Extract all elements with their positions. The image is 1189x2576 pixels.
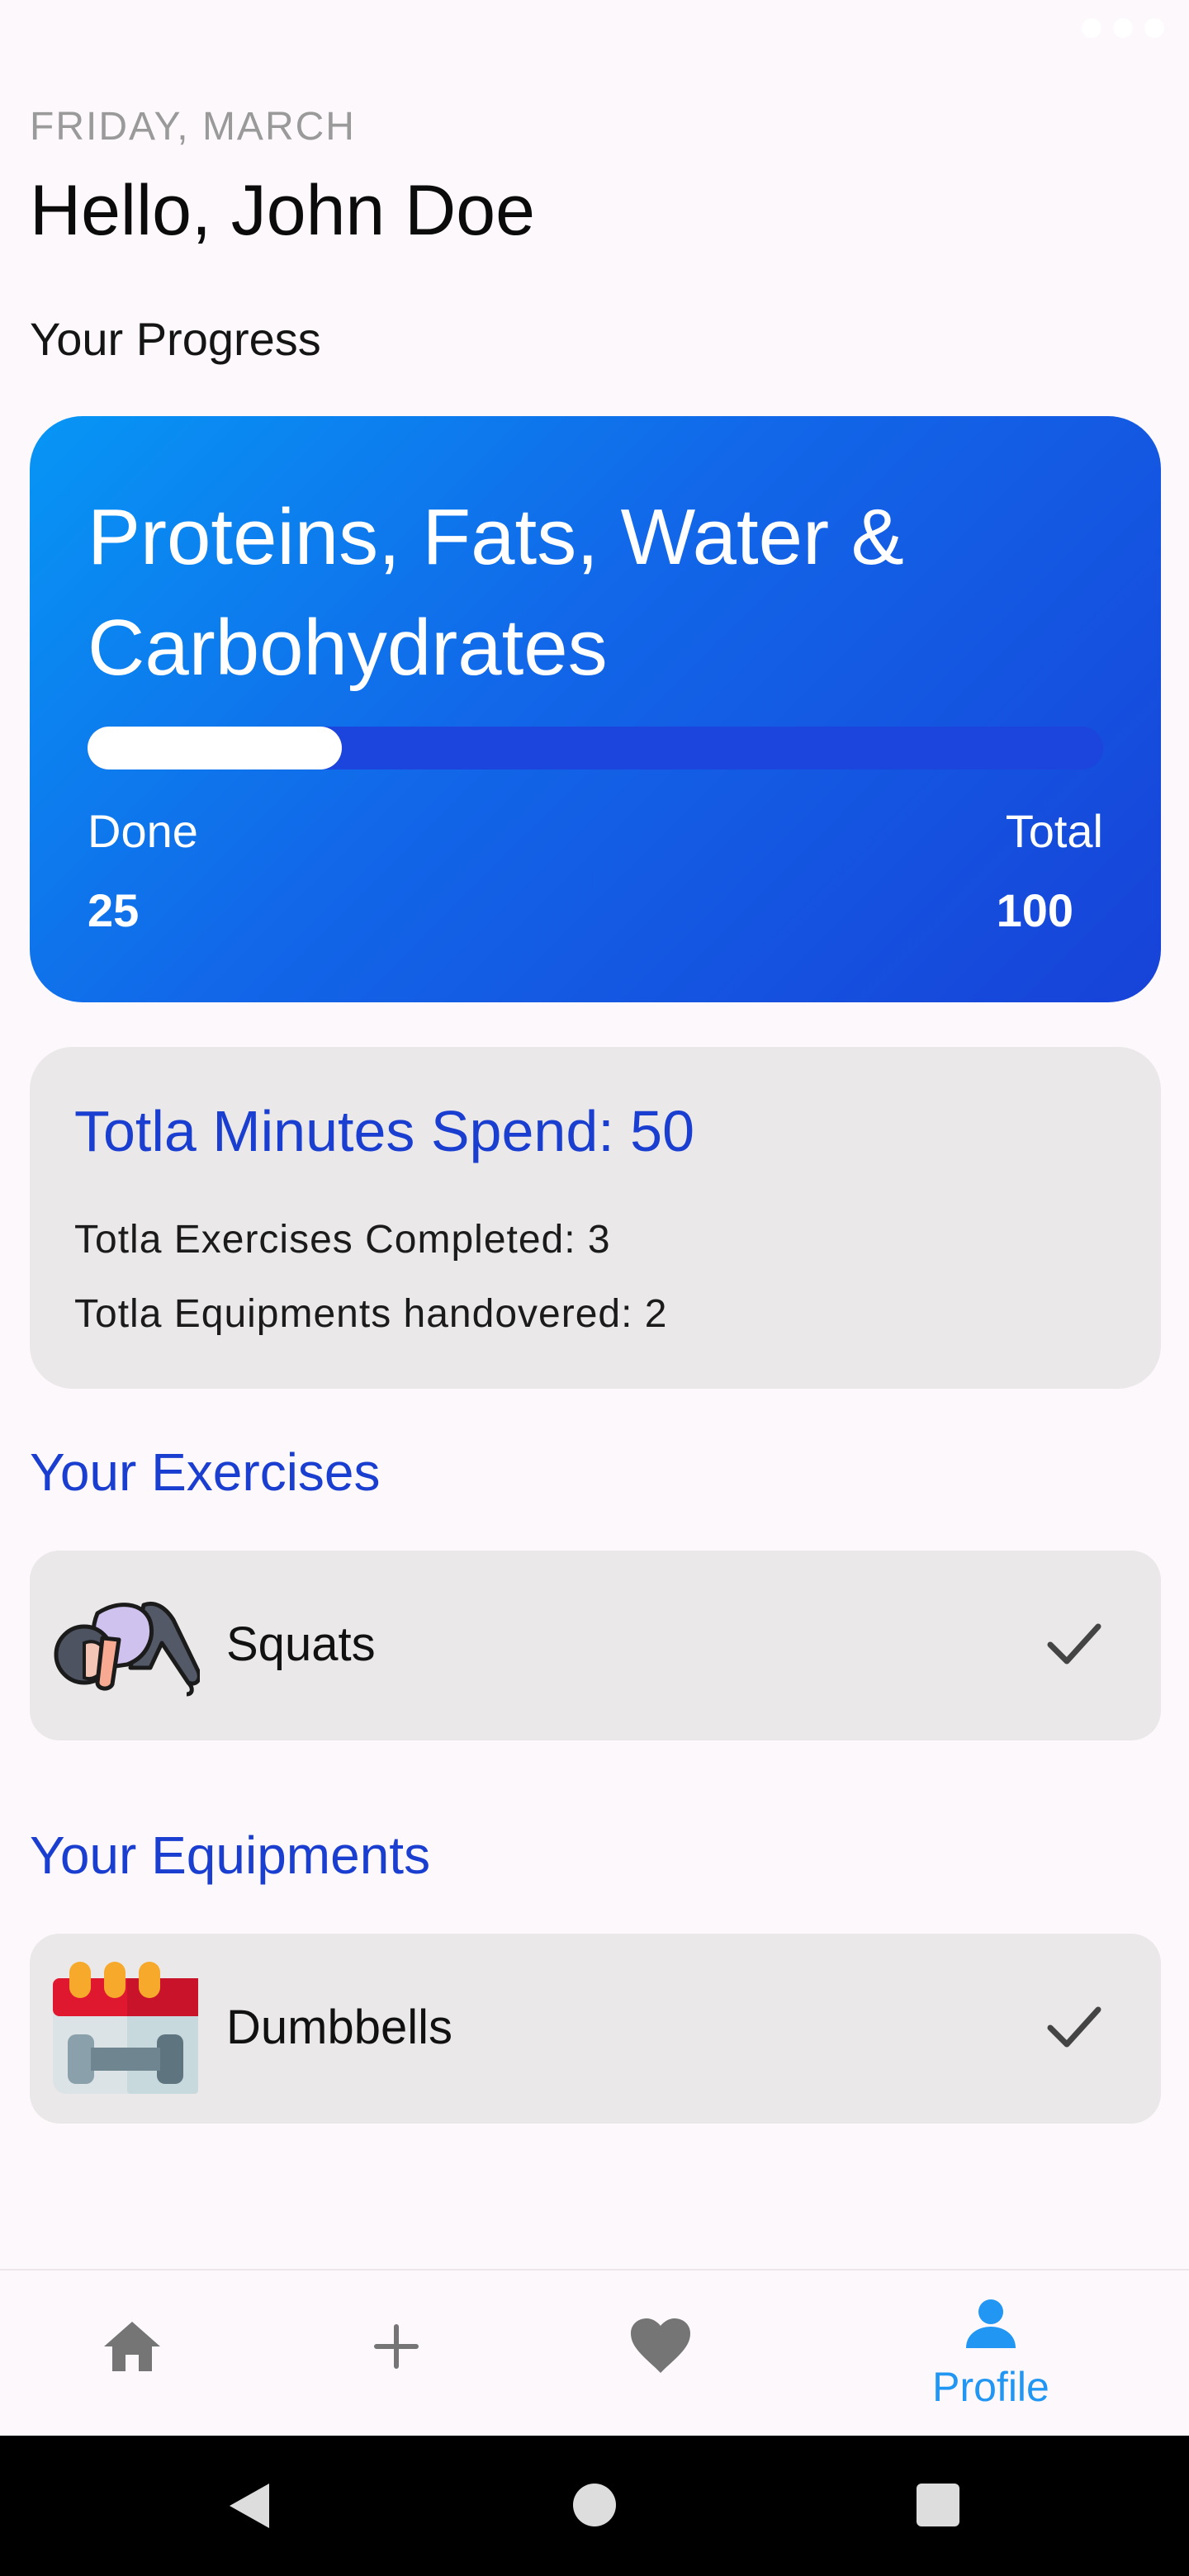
- exercises-heading: Your Exercises: [30, 1442, 381, 1502]
- system-navigation-bar: [0, 2436, 1189, 2576]
- exercise-item-squats[interactable]: Squats: [30, 1551, 1161, 1740]
- plus-icon: [374, 2324, 419, 2369]
- back-icon[interactable]: [226, 2482, 271, 2530]
- signal-icon: [1113, 18, 1133, 38]
- check-icon[interactable]: [1045, 2001, 1103, 2051]
- bottom-navigation: Profile: [0, 2269, 1189, 2436]
- recents-icon[interactable]: [915, 2482, 961, 2528]
- equipments-heading: Your Equipments: [30, 1825, 431, 1885]
- calendar-dumbbell-icon: [53, 1962, 198, 2094]
- home-icon: [104, 2322, 160, 2371]
- stretching-person-icon: [54, 1601, 200, 1697]
- nav-profile[interactable]: Profile: [892, 2271, 1090, 2437]
- exercises-completed: Totla Exercises Completed: 3: [74, 1218, 611, 1262]
- nav-favorites[interactable]: [561, 2271, 760, 2437]
- status-icons: [1082, 18, 1164, 38]
- nav-profile-label: Profile: [932, 2364, 1049, 2410]
- progress-bar-fill: [88, 727, 342, 769]
- check-icon[interactable]: [1045, 1618, 1103, 1668]
- progress-section-title: Your Progress: [30, 313, 321, 365]
- person-icon: [966, 2299, 1016, 2348]
- equipments-handed-over: Totla Equipments handovered: 2: [74, 1292, 668, 1336]
- greeting-title: Hello, John Doe: [30, 171, 535, 250]
- exercise-label: Squats: [226, 1617, 376, 1671]
- done-value: 25: [88, 884, 140, 936]
- equipment-item-dumbbells[interactable]: Dumbbells: [30, 1934, 1161, 2124]
- stats-card: Totla Minutes Spend: 50 Totla Exercises …: [30, 1047, 1161, 1389]
- progress-bar: [88, 727, 1103, 769]
- date-label: FRIDAY, MARCH: [30, 105, 356, 149]
- progress-card-title: Proteins, Fats, Water & Carbohydrates: [88, 493, 904, 692]
- status-bar: [0, 0, 1189, 66]
- wifi-icon: [1082, 18, 1101, 38]
- minutes-spent: Totla Minutes Spend: 50: [74, 1099, 695, 1163]
- total-label: Total: [1005, 805, 1103, 857]
- total-value: 100: [996, 884, 1073, 936]
- equipment-label: Dumbbells: [226, 2001, 452, 2054]
- done-label: Done: [88, 805, 198, 857]
- battery-icon: [1144, 18, 1164, 38]
- home-button-icon[interactable]: [571, 2482, 618, 2528]
- nav-home[interactable]: [33, 2271, 231, 2437]
- heart-icon: [631, 2318, 690, 2373]
- nav-add[interactable]: [297, 2271, 495, 2437]
- nutrition-progress-card[interactable]: Proteins, Fats, Water & Carbohydrates Do…: [30, 416, 1161, 1002]
